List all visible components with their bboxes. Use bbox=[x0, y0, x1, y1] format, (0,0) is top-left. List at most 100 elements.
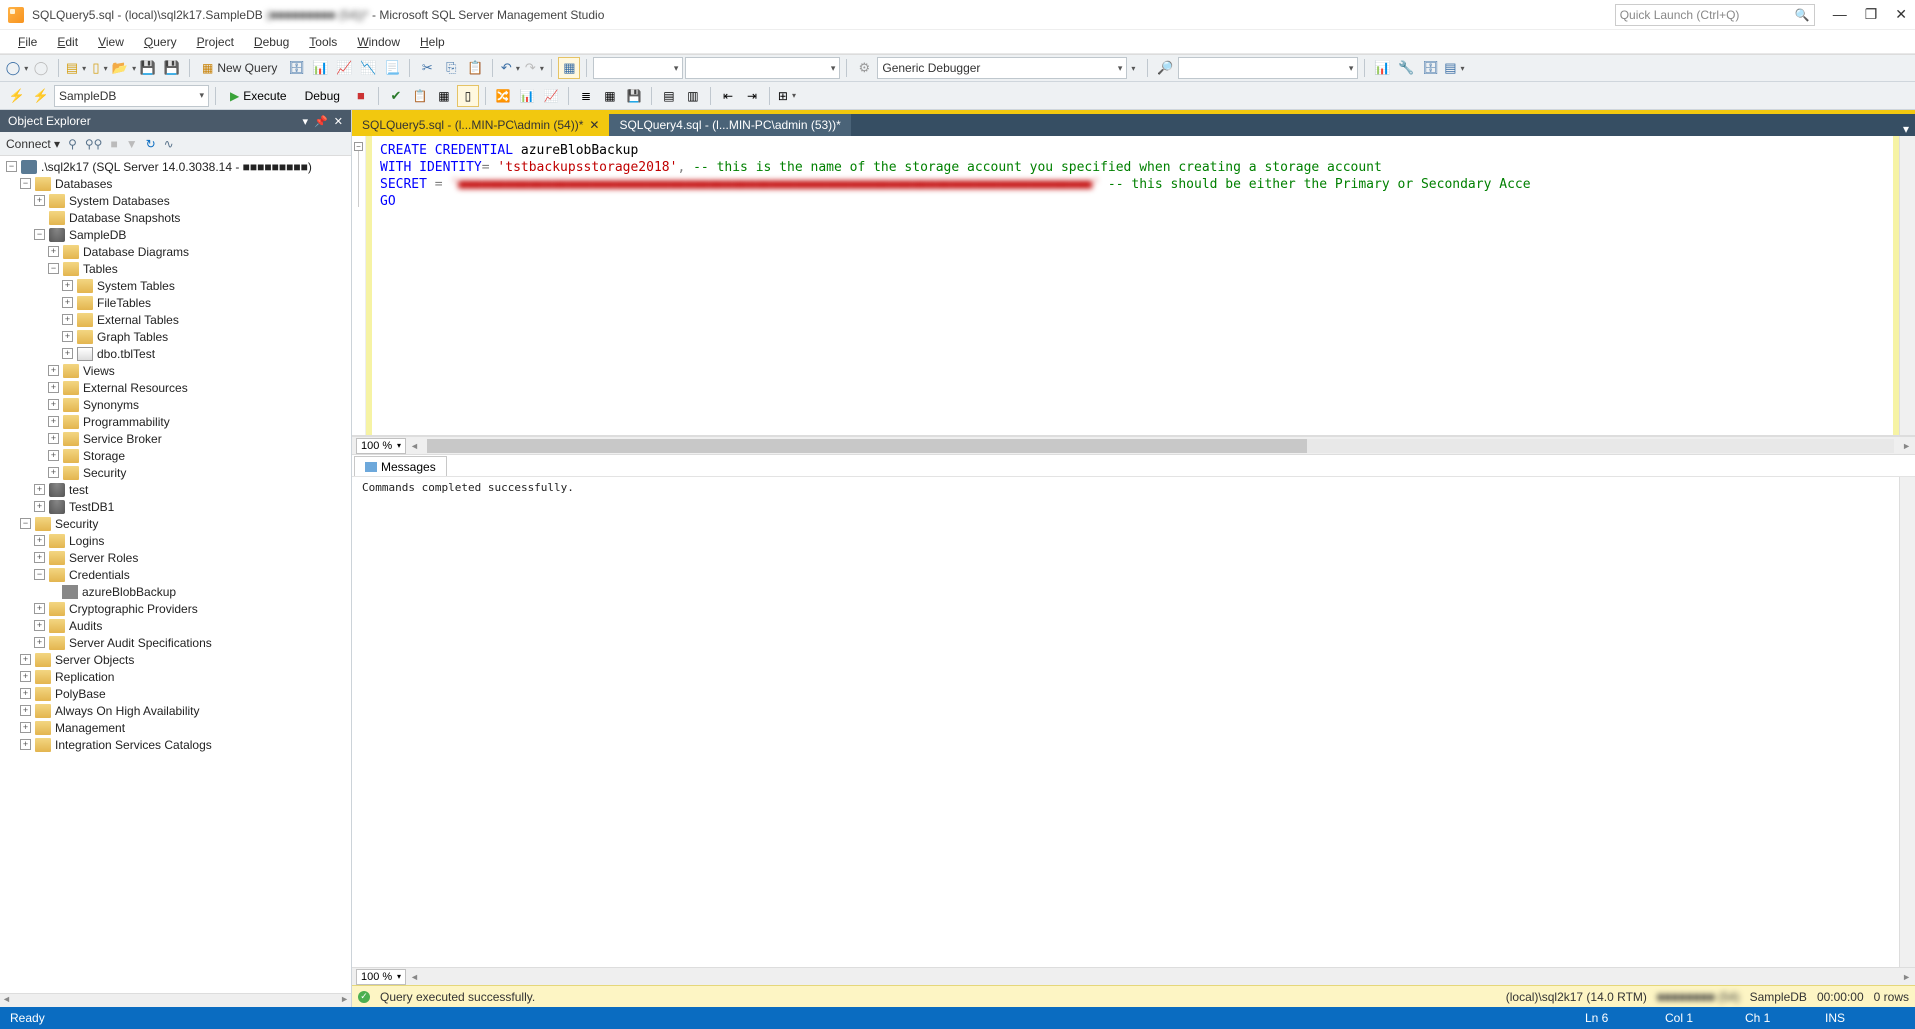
save-button[interactable]: 💾 bbox=[137, 57, 159, 79]
disconnect-all-icon[interactable]: ⚲⚲ bbox=[85, 137, 103, 151]
parse-button[interactable]: ✔ bbox=[385, 85, 407, 107]
editor-vscroll[interactable] bbox=[1899, 136, 1915, 435]
filter-icon[interactable]: ▼ bbox=[126, 137, 138, 151]
change-connection-icon[interactable]: ⚡ bbox=[6, 85, 28, 107]
find-combo[interactable]: ▾ bbox=[1178, 57, 1358, 79]
editor-zoom-bar: 100 %▾ ◄ ► bbox=[352, 436, 1915, 454]
object-explorer-hscroll[interactable] bbox=[0, 993, 351, 1007]
code-text[interactable]: CREATE CREDENTIAL azureBlobBackup WITH I… bbox=[372, 136, 1893, 435]
results-file-icon[interactable]: 💾 bbox=[623, 85, 645, 107]
query-status-bar: ✓ Query executed successfully. (local)\s… bbox=[352, 985, 1915, 1007]
new-project-button[interactable]: ▤ bbox=[65, 57, 87, 79]
template-icon[interactable]: ▤ bbox=[1443, 57, 1465, 79]
messages-zoom-bar: 100 %▾ ◄ ► bbox=[352, 967, 1915, 985]
editor-tabs: SQLQuery5.sql - (l...MIN-PC\admin (54))*… bbox=[352, 114, 1915, 136]
messages-body: Commands completed successfully. bbox=[352, 476, 1915, 967]
connection-icon[interactable]: ⚡ bbox=[30, 85, 52, 107]
success-icon: ✓ bbox=[358, 991, 370, 1003]
tab-sqlquery5[interactable]: SQLQuery5.sql - (l...MIN-PC\admin (54))*… bbox=[352, 114, 609, 136]
minimize-button[interactable]: — bbox=[1833, 6, 1847, 23]
new-file-button[interactable]: ▯ bbox=[89, 57, 111, 79]
toggle-button[interactable]: ▦ bbox=[558, 57, 580, 79]
open-button[interactable]: 📂 bbox=[113, 57, 135, 79]
search-icon: 🔍 bbox=[1795, 8, 1810, 22]
zoom-combo[interactable]: 100 %▾ bbox=[356, 438, 406, 454]
dmx-query-icon[interactable]: 📉 bbox=[357, 57, 379, 79]
nav-forward-button[interactable]: ◯ bbox=[30, 57, 52, 79]
panel-close-icon[interactable]: ✕ bbox=[334, 115, 343, 128]
disconnect-icon[interactable]: ⚲ bbox=[68, 137, 77, 151]
comment-icon[interactable]: ▤ bbox=[658, 85, 680, 107]
menu-query[interactable]: Query bbox=[136, 33, 185, 51]
editor-hscroll[interactable] bbox=[427, 439, 1894, 453]
analysis-query-icon[interactable]: 📊 bbox=[309, 57, 331, 79]
gear-icon[interactable]: ⚙ bbox=[853, 57, 875, 79]
panel-pin-icon[interactable]: 📌 bbox=[314, 115, 328, 128]
query-options-icon[interactable]: ▦ bbox=[433, 85, 455, 107]
app-icon bbox=[8, 7, 24, 23]
tool-icon[interactable]: 🔧 bbox=[1395, 57, 1417, 79]
db-engine-query-icon[interactable]: 🗄 bbox=[285, 57, 307, 79]
results-grid-icon[interactable]: ▦ bbox=[599, 85, 621, 107]
database-selector[interactable]: SampleDB▾ bbox=[54, 85, 209, 107]
cut-button[interactable]: ✂ bbox=[416, 57, 438, 79]
save-all-button[interactable]: 💾 bbox=[161, 57, 183, 79]
close-button[interactable]: ✕ bbox=[1895, 6, 1907, 23]
panel-dropdown-icon[interactable]: ▾ bbox=[303, 115, 309, 128]
intellisense-icon[interactable]: ▯ bbox=[457, 85, 479, 107]
menu-help[interactable]: Help bbox=[412, 33, 453, 51]
menu-project[interactable]: Project bbox=[189, 33, 242, 51]
debug-button[interactable]: Debug bbox=[297, 85, 348, 107]
debugger-combo[interactable]: Generic Debugger▾ bbox=[877, 57, 1127, 79]
solution-platform-combo[interactable]: ▾ bbox=[685, 57, 840, 79]
mdx-query-icon[interactable]: 📈 bbox=[333, 57, 355, 79]
results-tabs: Messages bbox=[352, 454, 1915, 476]
tab-overflow-icon[interactable]: ▾ bbox=[1897, 122, 1915, 136]
outdent-icon[interactable]: ⇥ bbox=[741, 85, 763, 107]
nav-back-button[interactable]: ◯ bbox=[6, 57, 28, 79]
messages-vscroll[interactable] bbox=[1899, 477, 1915, 967]
find-button[interactable]: 🔎 bbox=[1154, 57, 1176, 79]
indent-icon[interactable]: ⇤ bbox=[717, 85, 739, 107]
connect-button[interactable]: Connect ▾ bbox=[6, 137, 60, 151]
client-stats-icon[interactable]: 📈 bbox=[540, 85, 562, 107]
refresh-icon[interactable]: ↻ bbox=[146, 137, 156, 151]
est-plan-icon[interactable]: 📋 bbox=[409, 85, 431, 107]
menu-window[interactable]: Window bbox=[349, 33, 408, 51]
menu-file[interactable]: File bbox=[10, 33, 45, 51]
messages-tab[interactable]: Messages bbox=[354, 456, 447, 476]
activity-monitor-icon[interactable]: ∿ bbox=[164, 137, 174, 151]
results-text-icon[interactable]: ≣ bbox=[575, 85, 597, 107]
zoom-combo-2[interactable]: 100 %▾ bbox=[356, 969, 406, 985]
menu-bar: File Edit View Query Project Debug Tools… bbox=[0, 30, 1915, 54]
cancel-query-button[interactable]: ■ bbox=[350, 85, 372, 107]
sql-editor[interactable]: − CREATE CREDENTIAL azureBlobBackup WITH… bbox=[352, 136, 1915, 436]
actual-plan-icon[interactable]: 🔀 bbox=[492, 85, 514, 107]
activity-icon[interactable]: 📊 bbox=[1371, 57, 1393, 79]
object-explorer-tree[interactable]: −.\sql2k17 (SQL Server 14.0.3038.14 - ■■… bbox=[0, 156, 351, 993]
new-query-button[interactable]: ▦New Query bbox=[196, 57, 283, 79]
main-toolbar: ◯ ◯ ▤ ▯ 📂 💾 💾 ▦New Query 🗄 📊 📈 📉 📃 ✂ ⎘ 📋… bbox=[0, 54, 1915, 82]
specify-values-icon[interactable]: ⊞ bbox=[776, 85, 798, 107]
uncomment-icon[interactable]: ▥ bbox=[682, 85, 704, 107]
menu-tools[interactable]: Tools bbox=[301, 33, 345, 51]
execute-button[interactable]: ▶Execute bbox=[222, 85, 295, 107]
menu-debug[interactable]: Debug bbox=[246, 33, 297, 51]
redo-button[interactable]: ↷ bbox=[523, 57, 545, 79]
paste-button[interactable]: 📋 bbox=[464, 57, 486, 79]
tab-sqlquery4[interactable]: SQLQuery4.sql - (l...MIN-PC\admin (53))* bbox=[609, 114, 850, 136]
live-stats-icon[interactable]: 📊 bbox=[516, 85, 538, 107]
quick-launch-input[interactable]: Quick Launch (Ctrl+Q) 🔍 bbox=[1615, 4, 1815, 26]
xmla-query-icon[interactable]: 📃 bbox=[381, 57, 403, 79]
undo-button[interactable]: ↶ bbox=[499, 57, 521, 79]
copy-button[interactable]: ⎘ bbox=[440, 57, 462, 79]
stop-icon[interactable]: ■ bbox=[110, 137, 117, 151]
solution-config-combo[interactable]: ▾ bbox=[593, 57, 683, 79]
menu-edit[interactable]: Edit bbox=[49, 33, 86, 51]
maximize-button[interactable]: ❐ bbox=[1865, 6, 1878, 23]
close-icon[interactable]: ✕ bbox=[589, 118, 599, 132]
object-explorer-toolbar: Connect ▾ ⚲ ⚲⚲ ■ ▼ ↻ ∿ bbox=[0, 132, 351, 156]
object-explorer-panel: Object Explorer ▾ 📌 ✕ Connect ▾ ⚲ ⚲⚲ ■ ▼… bbox=[0, 110, 352, 1007]
menu-view[interactable]: View bbox=[90, 33, 132, 51]
registered-servers-icon[interactable]: 🗄 bbox=[1419, 57, 1441, 79]
